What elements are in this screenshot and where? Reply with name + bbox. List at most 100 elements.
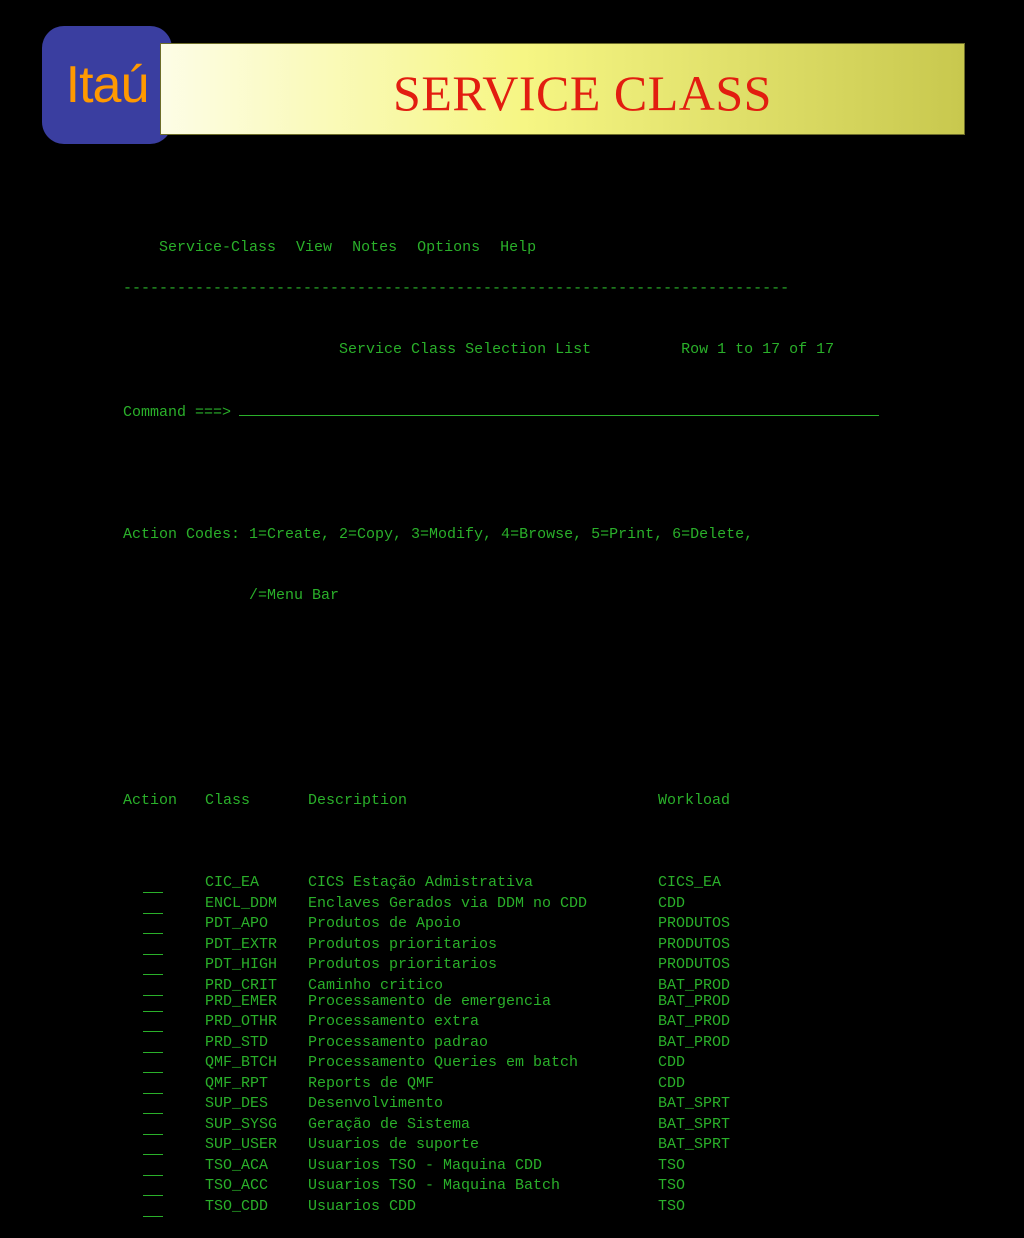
action-input[interactable] — [143, 1117, 163, 1135]
action-input[interactable] — [143, 1178, 163, 1196]
table-row: SUP_USER Usuarios de suporte BAT_SPRT — [123, 1135, 879, 1156]
action-cell — [123, 1033, 205, 1054]
header-workload: Workload — [658, 792, 731, 809]
action-cell — [123, 1094, 205, 1115]
menu-item-options[interactable]: Options — [417, 239, 480, 256]
workload-cell: CDD — [658, 1074, 686, 1092]
description-cell: Processamento extra — [308, 1013, 480, 1030]
action-cell — [123, 914, 205, 935]
table-row: SUP_DES Desenvolvimento BAT_SPRT — [123, 1094, 879, 1115]
class-cell: SUP_SYSG — [205, 1115, 278, 1133]
description-cell: Geração de Sistema — [308, 1115, 471, 1133]
description-cell: Desenvolvimento — [308, 1095, 444, 1112]
command-line: Command ===> — [123, 402, 880, 423]
class-cell: PDT_APO — [205, 915, 269, 932]
menu-item-service-class[interactable]: Service-Class — [159, 239, 276, 256]
description-cell: Usuarios TSO - Maquina CDD — [308, 1156, 543, 1174]
description-cell: Usuarios TSO - Maquina Batch — [308, 1177, 561, 1194]
action-cell — [123, 1053, 205, 1074]
action-input[interactable] — [143, 994, 163, 1012]
table-row: TSO_CDD Usuarios CDD TSO — [123, 1197, 879, 1218]
page-title: SERVICE CLASS — [393, 65, 772, 121]
workload-cell: PRODUTOS — [658, 956, 731, 973]
action-input[interactable] — [143, 1096, 163, 1114]
terminal-panel: Service-Class View Notes Options Help ------… — [123, 176, 880, 1238]
workload-cell: BAT_PROD — [658, 992, 731, 1010]
class-cell: TSO_ACA — [205, 1156, 269, 1174]
action-cell — [123, 1176, 205, 1197]
action-cell — [123, 1135, 205, 1156]
table-row: PDT_EXTR Produtos prioritarios PRODUTOS — [123, 935, 879, 956]
table-body: CIC_EA CICS Estação Admistrativa CICS_EA EN… — [123, 873, 879, 1217]
workload-cell: PRODUTOS — [658, 935, 731, 953]
workload-cell: PRODUTOS — [658, 915, 731, 932]
description-cell: Processamento padrao — [308, 1033, 489, 1051]
table-row: SUP_SYSG Geração de Sistema BAT_SPRT — [123, 1115, 879, 1136]
command-label: Command ===> — [123, 403, 232, 421]
action-cell — [123, 1156, 205, 1177]
class-cell: ENCL_DDM — [205, 894, 278, 912]
description-cell: Reports de QMF — [308, 1074, 435, 1092]
workload-cell: BAT_SPRT — [658, 1115, 731, 1133]
menu-item-view[interactable]: View — [296, 239, 332, 256]
title-banner: SERVICE CLASS — [160, 43, 965, 135]
class-cell: PDT_EXTR — [205, 935, 278, 953]
row-info: Row 1 to 17 of 17 — [681, 341, 835, 358]
action-cell — [123, 894, 205, 915]
class-cell: PRD_STD — [205, 1033, 269, 1051]
action-input[interactable] — [143, 1137, 163, 1155]
workload-cell: BAT_PROD — [658, 976, 731, 994]
menu-bar-code: /=Menu Bar — [249, 587, 340, 604]
command-input[interactable] — [239, 402, 880, 416]
action-input[interactable] — [143, 896, 163, 914]
description-cell: Usuarios de suporte — [308, 1136, 480, 1153]
table-row: TSO_ACA Usuarios TSO - Maquina CDD TSO — [123, 1156, 879, 1177]
action-input[interactable] — [143, 1076, 163, 1094]
menu-item-help[interactable]: Help — [500, 239, 536, 256]
action-input[interactable] — [143, 1199, 163, 1217]
workload-cell: TSO — [658, 1156, 686, 1174]
class-cell: TSO_CDD — [205, 1197, 269, 1215]
description-cell: Produtos de Apoio — [308, 915, 462, 932]
action-cell — [123, 1197, 205, 1218]
class-cell: PRD_CRIT — [205, 976, 278, 994]
class-cell: QMF_BTCH — [205, 1054, 278, 1071]
panel-heading: Service Class Selection List — [339, 341, 592, 358]
action-input[interactable] — [143, 1014, 163, 1032]
workload-cell: CDD — [658, 1054, 686, 1071]
logo-text: Itaú — [65, 56, 150, 114]
description-cell: Enclaves Gerados via DDM no CDD — [308, 894, 588, 912]
workload-cell: TSO — [658, 1197, 686, 1215]
action-cell — [123, 1074, 205, 1095]
table-row: PRD_EMER Processamento de emergencia BAT_P… — [123, 992, 879, 1013]
table-row: QMF_BTCH Processamento Queries em batch CD… — [123, 1053, 879, 1074]
workload-cell: CICS_EA — [658, 874, 722, 891]
class-cell: SUP_USER — [205, 1136, 278, 1153]
action-input[interactable] — [143, 957, 163, 975]
menu-item-notes[interactable]: Notes — [352, 239, 397, 256]
class-cell: PDT_HIGH — [205, 956, 278, 973]
class-cell: PRD_OTHR — [205, 1013, 278, 1030]
workload-cell: BAT_PROD — [658, 1013, 731, 1030]
action-input[interactable] — [143, 916, 163, 934]
description-cell: Processamento de emergencia — [308, 992, 552, 1010]
action-input[interactable] — [143, 1055, 163, 1073]
action-input[interactable] — [143, 937, 163, 955]
class-cell: TSO_ACC — [205, 1177, 269, 1194]
itau-logo: Itaú — [42, 26, 172, 144]
class-cell: CIC_EA — [205, 874, 260, 891]
description-cell: Produtos prioritarios — [308, 935, 498, 953]
class-cell: PRD_EMER — [205, 992, 278, 1010]
table-row: PDT_HIGH Produtos prioritarios PRODUTOS — [123, 955, 879, 976]
description-cell: Processamento Queries em batch — [308, 1054, 579, 1071]
table-row: PRD_STD Processamento padrao BAT_PROD — [123, 1033, 879, 1054]
workload-cell: BAT_SPRT — [658, 1095, 731, 1112]
workload-cell: BAT_PROD — [658, 1033, 731, 1051]
header-class: Class — [205, 792, 251, 809]
action-input[interactable] — [143, 1158, 163, 1176]
action-input[interactable] — [143, 1035, 163, 1053]
workload-cell: TSO — [658, 1177, 686, 1194]
class-cell: SUP_DES — [205, 1095, 269, 1112]
action-input[interactable] — [143, 875, 163, 893]
table-row: PRD_CRIT Caminho critico BAT_PROD — [123, 976, 879, 996]
